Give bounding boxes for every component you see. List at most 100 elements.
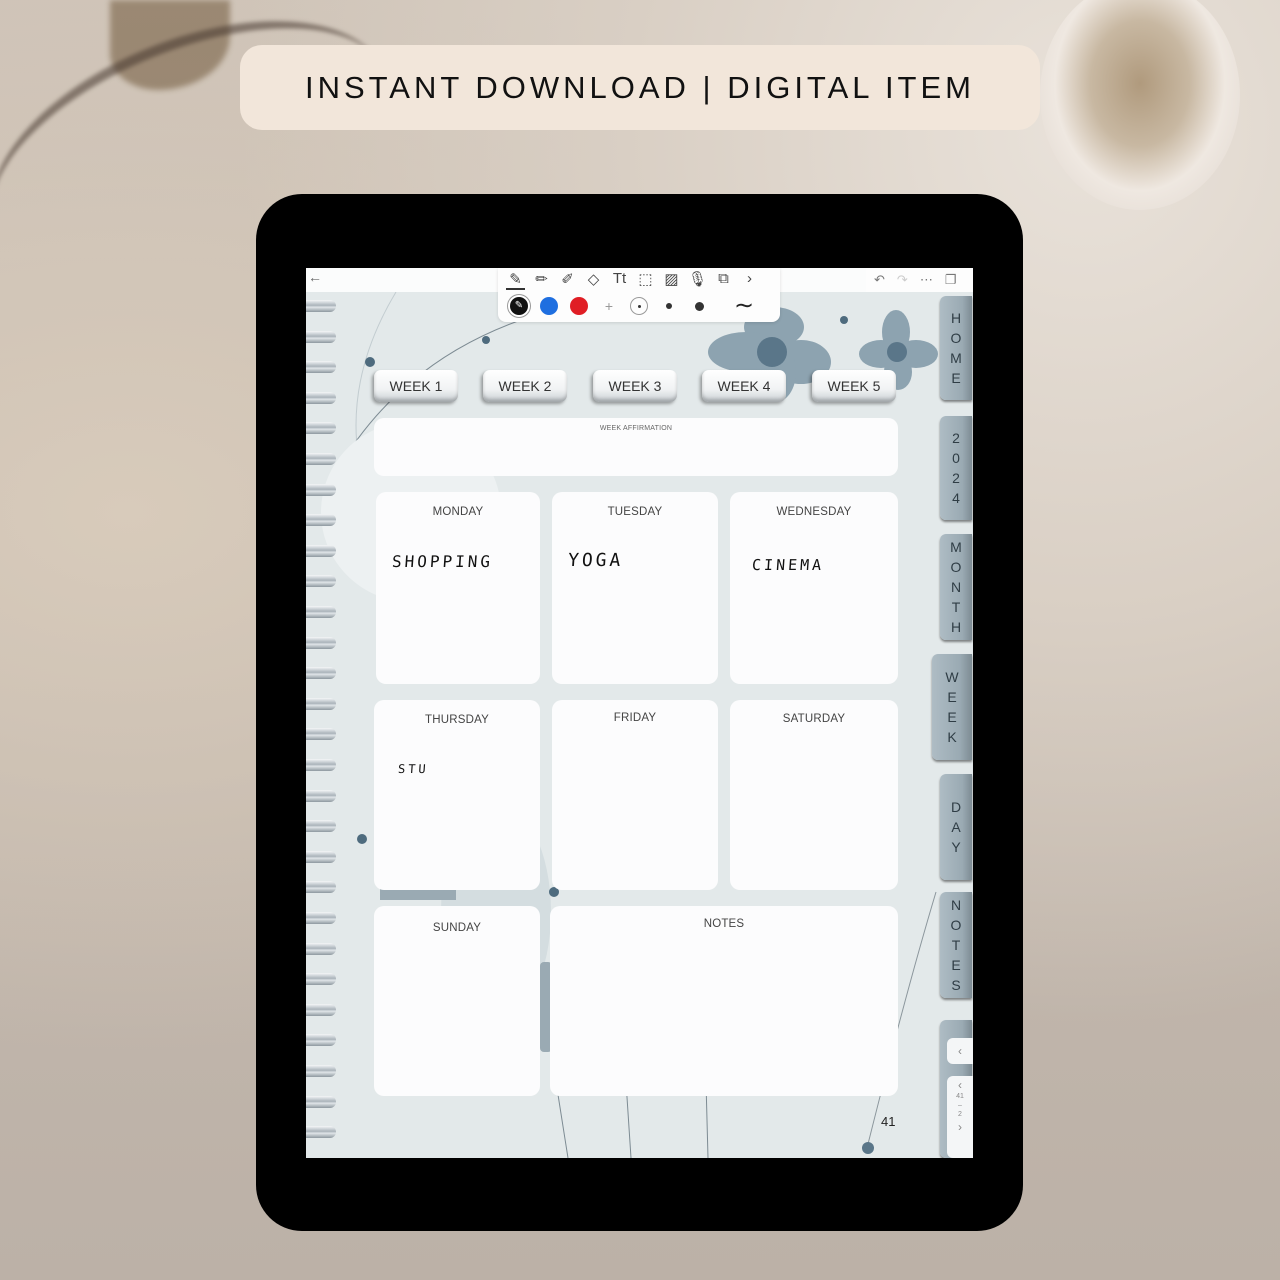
side-tab-letter: 0 bbox=[952, 450, 960, 466]
redo-icon[interactable]: ↷ bbox=[897, 272, 908, 288]
day-box-thursday[interactable]: THURSDAY STU bbox=[374, 700, 540, 890]
lasso-select-icon[interactable]: ⬚ bbox=[636, 270, 655, 290]
day-label: THURSDAY bbox=[424, 714, 489, 726]
side-tab-letter: S bbox=[951, 977, 961, 993]
right-controls: ↶ ↷ ⋯ ❐ bbox=[866, 268, 973, 292]
side-tab-month[interactable]: MONTH bbox=[940, 534, 972, 640]
page-navigator: ‹ 41 – 2 › bbox=[947, 1076, 973, 1158]
color-row: ✎ + ∼ bbox=[510, 294, 754, 318]
microphone-icon[interactable]: 🎙 bbox=[688, 270, 707, 290]
text-icon[interactable]: Tt bbox=[610, 270, 629, 290]
side-tab-letter: N bbox=[950, 579, 962, 595]
stroke-size-large[interactable] bbox=[690, 297, 708, 315]
image-icon[interactable]: ▨ bbox=[662, 270, 681, 290]
bg-dot bbox=[840, 316, 848, 324]
spiral-binding bbox=[306, 292, 338, 1158]
collapse-nav-button[interactable]: ‹ bbox=[947, 1038, 973, 1064]
side-tab-letter: E bbox=[951, 957, 961, 973]
week-tab-1[interactable]: WEEK 1 bbox=[374, 370, 458, 402]
day-label: SATURDAY bbox=[782, 713, 846, 725]
binding-ring bbox=[306, 1095, 336, 1108]
side-tab-letter: O bbox=[950, 330, 962, 346]
day-box-sunday[interactable]: SUNDAY bbox=[374, 906, 540, 1096]
side-tab-2024[interactable]: 2024 bbox=[940, 416, 972, 520]
tablet-screen: ← ✎ ✏ ✐ ◇ Tt ⬚ ▨ 🎙 ⧉ › ✎ + ∼ ↶ ↷ ⋯ ❐ WEE… bbox=[306, 268, 973, 1158]
side-tab-letter: N bbox=[950, 897, 962, 913]
side-tab-letter: Y bbox=[951, 839, 961, 855]
tool-row: ✎ ✏ ✐ ◇ Tt ⬚ ▨ 🎙 ⧉ › bbox=[506, 270, 759, 290]
day-label: WEDNESDAY bbox=[776, 506, 852, 518]
binding-ring bbox=[306, 330, 336, 343]
stroke-size-small[interactable] bbox=[630, 297, 648, 315]
side-tab-week[interactable]: WEEK bbox=[932, 654, 972, 760]
binding-ring bbox=[306, 728, 336, 741]
week-affirmation-label: WEEK AFFIRMATION bbox=[599, 425, 673, 432]
side-tab-letter: W bbox=[945, 669, 959, 685]
color-swatch-red[interactable] bbox=[570, 297, 588, 315]
week-tab-5[interactable]: WEEK 5 bbox=[812, 370, 896, 402]
color-swatch-black[interactable]: ✎ bbox=[510, 297, 528, 315]
side-tab-letter: T bbox=[951, 599, 961, 615]
binding-ring bbox=[306, 1034, 336, 1047]
side-tab-letter: 4 bbox=[952, 490, 960, 506]
pages-icon[interactable]: ❐ bbox=[945, 272, 957, 288]
side-tab-home[interactable]: HOME bbox=[940, 296, 972, 400]
back-arrow-icon[interactable]: ← bbox=[308, 269, 322, 285]
undo-icon[interactable]: ↶ bbox=[874, 272, 885, 288]
notes-box[interactable]: NOTES bbox=[550, 906, 898, 1096]
binding-ring bbox=[306, 1065, 336, 1077]
week-tab-2[interactable]: WEEK 2 bbox=[483, 370, 567, 402]
day-box-saturday[interactable]: SATURDAY bbox=[730, 700, 898, 890]
binding-ring bbox=[306, 453, 336, 465]
side-tab-letter: 2 bbox=[952, 430, 960, 446]
binding-ring bbox=[306, 575, 336, 588]
stroke-style-icon[interactable]: ∼ bbox=[734, 294, 754, 318]
binding-ring bbox=[306, 361, 336, 374]
side-tab-letter: O bbox=[950, 559, 962, 575]
day-box-tuesday[interactable]: TUESDAY YOGA bbox=[552, 492, 718, 684]
binding-ring bbox=[306, 514, 336, 527]
stroke-size-medium[interactable] bbox=[660, 297, 678, 315]
side-tab-letter: E bbox=[947, 689, 957, 705]
binding-ring bbox=[306, 820, 336, 833]
next-page-icon[interactable]: › bbox=[947, 1120, 973, 1134]
week-tab-4[interactable]: WEEK 4 bbox=[702, 370, 786, 402]
side-tab-notes[interactable]: NOTES bbox=[940, 892, 972, 998]
eraser-icon[interactable]: ◇ bbox=[584, 270, 603, 290]
background-vase bbox=[1040, 0, 1240, 210]
prev-page-icon[interactable]: ‹ bbox=[947, 1078, 973, 1092]
bg-dot bbox=[482, 336, 490, 344]
week-tab-3[interactable]: WEEK 3 bbox=[593, 370, 677, 402]
side-tab-day[interactable]: DAY bbox=[940, 774, 972, 880]
side-tab-letter: T bbox=[951, 937, 961, 953]
binding-ring bbox=[306, 544, 336, 557]
side-tab-letter: E bbox=[951, 370, 961, 386]
binding-ring bbox=[306, 422, 336, 435]
day-label: MONDAY bbox=[432, 506, 484, 518]
notes-label: NOTES bbox=[703, 918, 745, 930]
more-options-icon[interactable]: ⋯ bbox=[920, 272, 933, 288]
add-color-button[interactable]: + bbox=[600, 298, 618, 314]
day-label: TUESDAY bbox=[607, 506, 663, 518]
day-box-friday[interactable]: FRIDAY bbox=[552, 700, 718, 890]
pen-icon[interactable]: ✎ bbox=[506, 270, 525, 290]
side-tab-letter: O bbox=[950, 917, 962, 933]
day-box-monday[interactable]: MONDAY SHOPPING bbox=[376, 492, 540, 684]
binding-ring bbox=[306, 881, 336, 894]
binding-ring bbox=[306, 483, 336, 496]
side-tab-letter: D bbox=[950, 799, 962, 815]
color-swatch-blue[interactable] bbox=[540, 297, 558, 315]
total-pages: 2 bbox=[958, 1111, 962, 1118]
binding-ring bbox=[306, 697, 336, 710]
shapes-icon[interactable]: ⧉ bbox=[714, 270, 733, 290]
highlighter-icon[interactable]: ✐ bbox=[558, 270, 577, 290]
side-tab-letter: E bbox=[947, 709, 957, 725]
side-tab-letter: M bbox=[950, 539, 962, 555]
side-tab-letter: M bbox=[950, 350, 962, 366]
week-affirmation-box[interactable]: WEEK AFFIRMATION bbox=[374, 418, 898, 476]
more-tools-chevron-icon[interactable]: › bbox=[740, 270, 759, 290]
binding-ring bbox=[306, 973, 336, 986]
handwritten-entry: SHOPPING bbox=[391, 552, 494, 571]
pencil-icon[interactable]: ✏ bbox=[532, 270, 551, 290]
day-box-wednesday[interactable]: WEDNESDAY CINEMA bbox=[730, 492, 898, 684]
